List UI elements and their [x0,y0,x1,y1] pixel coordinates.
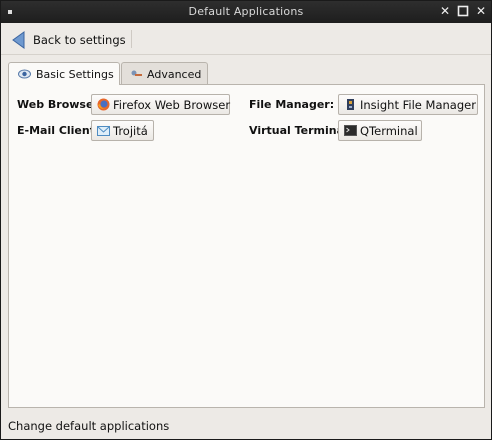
status-bar: Change default applications [1,415,491,439]
virtual-terminal-value: QTerminal [360,124,418,138]
firefox-icon [97,98,110,111]
file-manager-value: Insight File Manager [360,98,476,112]
file-manager-label: File Manager: [249,98,335,111]
file-manager-icon [347,99,354,110]
back-to-settings-button[interactable]: Back to settings [9,27,127,51]
toolbar-separator [131,30,132,48]
email-client-label: E-Mail Client: [17,124,100,137]
maximize-icon[interactable] [456,4,470,18]
status-text: Change default applications [8,419,170,433]
file-manager-button[interactable]: Insight File Manager [338,94,478,115]
tab-advanced[interactable]: Advanced [121,62,208,84]
basic-settings-panel: Web Browser: Firefox Web Browser File Ma… [8,84,485,408]
default-applications-window: Default Applications ✕ ✕ Back to setting… [0,0,492,440]
close-icon[interactable]: ✕ [474,4,488,18]
web-browser-value: Firefox Web Browser [113,98,231,112]
window-title: Default Applications [188,5,304,18]
minimize-icon[interactable]: ✕ [438,4,452,18]
back-to-settings-label: Back to settings [33,33,126,47]
email-icon [97,126,110,136]
tab-basic-settings-label: Basic Settings [36,68,114,81]
settings-icon [131,70,142,76]
title-bar[interactable]: Default Applications ✕ ✕ [1,1,491,23]
toolbar: Back to settings [1,24,491,55]
eye-icon [18,69,31,79]
tab-advanced-label: Advanced [147,68,202,81]
email-client-value: Trojitá [113,124,148,138]
virtual-terminal-button[interactable]: QTerminal [338,120,422,141]
terminal-icon [344,125,357,136]
web-browser-button[interactable]: Firefox Web Browser [91,94,230,115]
virtual-terminal-label: Virtual Terminal: [249,124,353,137]
email-client-button[interactable]: Trojitá [91,120,154,141]
tab-basic-settings[interactable]: Basic Settings [8,62,120,85]
back-arrow-icon [12,31,25,49]
